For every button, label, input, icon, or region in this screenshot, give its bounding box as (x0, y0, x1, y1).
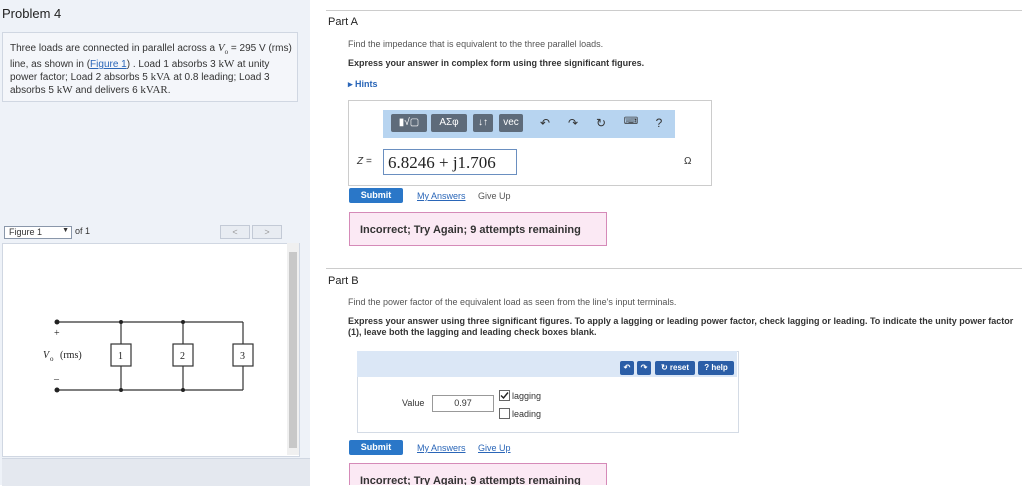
part-a-submit-button[interactable]: Submit (349, 188, 403, 203)
part-b-question: Find the power factor of the equivalent … (348, 297, 677, 307)
part-a-question: Find the impedance that is equivalent to… (348, 39, 604, 49)
v-symbol: V (217, 42, 225, 54)
part-a-my-answers-link[interactable]: My Answers (417, 191, 466, 201)
vector-button[interactable]: vec (499, 114, 523, 132)
part-a-title: Part A (328, 16, 358, 28)
next-figure-button[interactable]: > (252, 225, 282, 239)
figure-select[interactable]: Figure 1 ▼ (4, 226, 72, 239)
load-3-label: 3 (240, 351, 245, 362)
help-label: help (711, 363, 728, 372)
redo-icon[interactable]: ↷ (637, 361, 651, 375)
terminal-bottom (54, 387, 60, 393)
figure-count: of 1 (75, 226, 91, 236)
source-unit: (rms) (60, 350, 82, 361)
lagging-checkbox[interactable] (499, 390, 510, 401)
desc-part: . (167, 85, 171, 97)
unit-kw: kW (56, 84, 73, 97)
voltage-symbol: Vo (217, 42, 228, 56)
value-label: Value (402, 398, 425, 408)
impedance-answer-input[interactable]: 6.8246 + j1.706 (383, 149, 517, 175)
check-icon (500, 392, 509, 400)
problem-description: Three loads are connected in parallel ac… (10, 42, 294, 97)
undo-icon[interactable]: ↶ (537, 116, 553, 130)
templates-button[interactable]: ▮√▢ (391, 114, 427, 132)
unit-kvar: kVAR (140, 84, 168, 97)
left-pane-footer (2, 458, 310, 486)
figure-nav: < > (220, 225, 282, 239)
node (181, 320, 185, 324)
reset-button[interactable]: ↻ reset (655, 361, 695, 375)
help-button[interactable]: ? help (698, 361, 734, 375)
reset-label: reset (669, 363, 690, 372)
part-b-feedback: Incorrect; Try Again; 9 attempts remaini… (349, 463, 607, 485)
redo-icon[interactable]: ↷ (565, 116, 581, 130)
terminal-top (54, 319, 60, 325)
divider (326, 268, 1022, 269)
unit-kva: kVA (150, 71, 171, 84)
dropdown-arrow-icon: ▼ (62, 227, 69, 234)
part-b-submit-button[interactable]: Submit (349, 440, 403, 455)
minus-sign: – (53, 374, 60, 385)
sort-button[interactable]: ↓↑ (473, 114, 493, 132)
problem-title: Problem 4 (2, 6, 62, 21)
keyboard-icon[interactable]: ⌨ (623, 116, 639, 127)
variable-label: Z = (357, 156, 372, 167)
part-b-instruction: Express your answer using three signific… (348, 316, 1014, 337)
equation-toolbar: ▮√▢ ΑΣφ ↓↑ vec ↶ ↷ ↻ ⌨ ? (383, 110, 675, 138)
leading-checkbox[interactable] (499, 408, 510, 419)
unit-kw: kW (218, 58, 235, 71)
hints-toggle[interactable]: ▸ Hints (348, 79, 378, 90)
figure-link[interactable]: Figure 1 (90, 59, 127, 70)
desc-part: and delivers 6 (72, 85, 141, 97)
node (119, 388, 123, 392)
hints-label: Hints (355, 79, 378, 89)
figure-area: + – V o (rms) 1 2 3 (2, 243, 300, 457)
plus-sign: + (54, 328, 60, 339)
reset-icon[interactable]: ↻ (593, 116, 609, 130)
part-a-give-up-link[interactable]: Give Up (478, 191, 511, 201)
unit-label: Ω (684, 156, 692, 167)
figure-select-value: Figure 1 (9, 227, 43, 237)
part-b-title: Part B (328, 275, 359, 287)
part-b-give-up-link[interactable]: Give Up (478, 443, 511, 453)
part-a-feedback: Incorrect; Try Again; 9 attempts remaini… (349, 212, 607, 246)
load-1-label: 1 (118, 351, 123, 362)
figure-scrollbar-thumb[interactable] (289, 252, 297, 448)
circuit-diagram: + – V o (rms) 1 2 3 (43, 319, 254, 393)
leading-label: leading (512, 409, 542, 419)
desc-part: Three loads are connected in parallel ac… (10, 43, 218, 54)
undo-icon[interactable]: ↶ (620, 361, 634, 375)
lagging-label: lagging (512, 391, 542, 401)
part-b-my-answers-link[interactable]: My Answers (417, 443, 466, 453)
part-a-instruction: Express your answer in complex form usin… (348, 58, 645, 68)
help-icon[interactable]: ? (651, 116, 667, 130)
load-2-label: 2 (180, 351, 185, 362)
source-subscript: o (50, 355, 54, 363)
power-factor-value-input[interactable]: 0.97 (432, 395, 494, 412)
divider (326, 10, 1022, 11)
previous-figure-button[interactable]: < (220, 225, 250, 239)
node (119, 320, 123, 324)
greek-symbols-button[interactable]: ΑΣφ (431, 114, 467, 132)
node (181, 388, 185, 392)
desc-part: ) . Load 1 absorbs 3 (126, 59, 219, 71)
reset-icon: ↻ (660, 363, 670, 372)
